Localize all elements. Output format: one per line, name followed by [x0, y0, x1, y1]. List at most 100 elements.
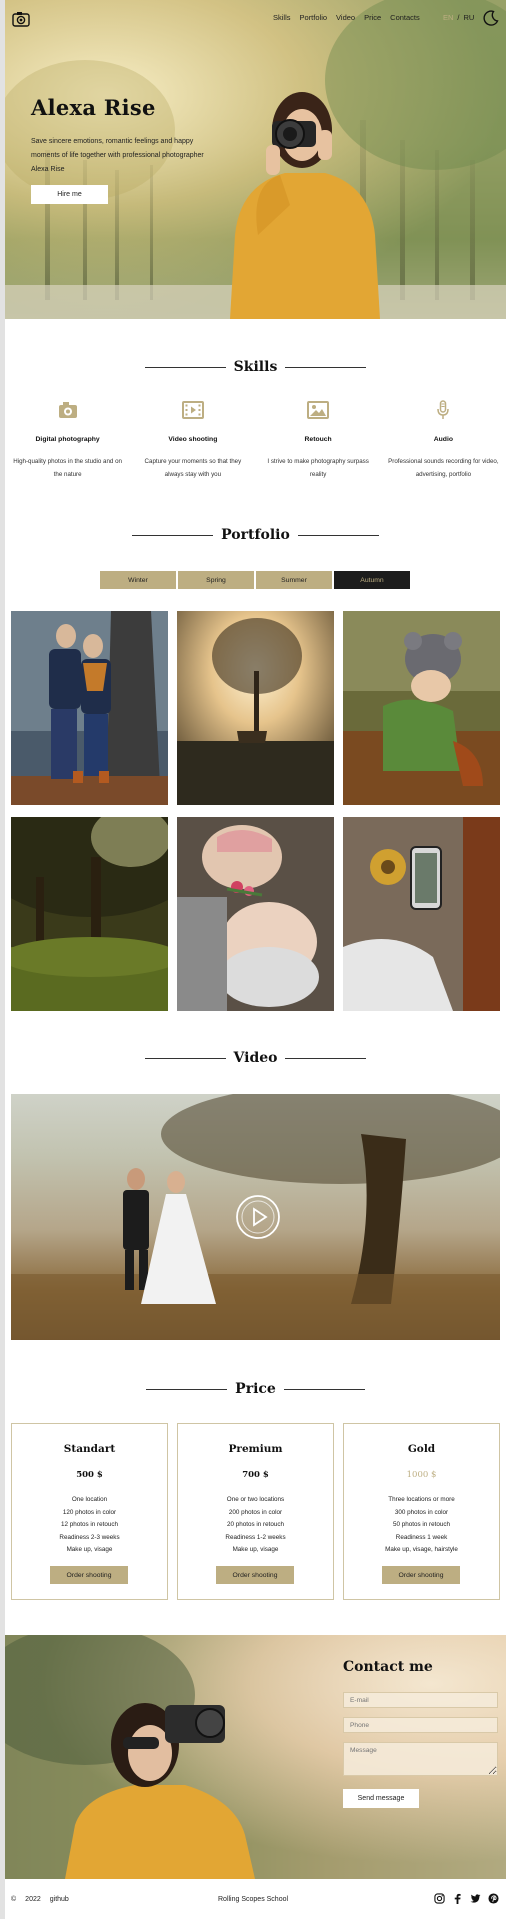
- tab-summer[interactable]: Summer: [256, 571, 332, 589]
- heading-line: [144, 1057, 226, 1059]
- pinterest-icon[interactable]: [488, 1893, 499, 1904]
- plan-features: One or two locations 200 photos in color…: [178, 1494, 333, 1557]
- tab-winter[interactable]: Winter: [100, 571, 176, 589]
- email-input[interactable]: [343, 1692, 498, 1708]
- moon-icon[interactable]: [483, 10, 499, 26]
- video-heading: Video: [5, 1050, 506, 1066]
- heading-line: [146, 1388, 228, 1390]
- portfolio-photo-sunset-horse[interactable]: [177, 611, 334, 805]
- heading-line: [132, 534, 214, 536]
- video-title: Video: [233, 1050, 278, 1066]
- price-card-premium: Premium 700 $ One or two locations 200 p…: [177, 1423, 334, 1600]
- lang-en[interactable]: EN: [443, 13, 453, 22]
- plan-feature: One or two locations: [226, 1496, 285, 1503]
- portfolio-photo-phone-flower[interactable]: [343, 817, 500, 1011]
- season-tabs: Winter Spring Summer Autumn: [100, 571, 410, 589]
- plan-feature: Readiness 1 week: [395, 1533, 448, 1541]
- hero-description: Save sincere emotions, romantic feelings…: [31, 138, 204, 173]
- skill-text: Capture your moments so that they always…: [144, 458, 242, 478]
- order-shooting-button[interactable]: Order shooting: [50, 1566, 128, 1584]
- plan-features: Three locations or more 300 photos in co…: [344, 1494, 499, 1557]
- school-link[interactable]: Rolling Scopes School: [218, 1896, 288, 1903]
- portfolio-photo-baby-autumn[interactable]: [343, 611, 500, 805]
- price-card-standart: Standart 500 $ One location 120 photos i…: [11, 1423, 168, 1600]
- plan-name: Premium: [228, 1443, 283, 1455]
- hire-me-button[interactable]: Hire me: [31, 185, 108, 204]
- nav-video[interactable]: Video: [336, 13, 355, 22]
- message-input[interactable]: [343, 1742, 498, 1776]
- skill-text: High-quality photos in the studio and on…: [13, 458, 122, 478]
- portfolio-title: Portfolio: [221, 527, 290, 543]
- skill-text: Professional sounds recording for video,…: [388, 458, 499, 478]
- contact-section: Contact me Send message: [5, 1635, 506, 1879]
- plan-feature: One location: [71, 1496, 108, 1503]
- portfolio-photo-couple-kissing[interactable]: [11, 611, 168, 805]
- skill-item: Digital photography High-quality photos …: [5, 400, 130, 490]
- microphone-icon: [437, 400, 450, 419]
- github-link[interactable]: github: [50, 1896, 69, 1903]
- send-message-button[interactable]: Send message: [343, 1789, 419, 1808]
- plan-feature: 200 photos in color: [228, 1508, 283, 1516]
- plan-feature: Make up, visage: [66, 1546, 113, 1553]
- social-links: [434, 1893, 499, 1904]
- heading-line: [285, 366, 367, 368]
- plan-feature: Three locations or more: [388, 1496, 455, 1503]
- nav-skills[interactable]: Skills: [273, 13, 291, 22]
- plan-name: Standart: [63, 1443, 116, 1455]
- tab-autumn[interactable]: Autumn: [334, 571, 410, 589]
- skills-heading: Skills: [5, 359, 506, 375]
- camera-icon: [58, 402, 77, 418]
- heading-line: [283, 1388, 365, 1390]
- portfolio-photo-elderly-couple[interactable]: [177, 817, 334, 1011]
- price-plans: Standart 500 $ One location 120 photos i…: [11, 1423, 500, 1600]
- plan-feature: 20 photos in retouch: [226, 1521, 285, 1528]
- skill-item: Video shooting Capture your moments so t…: [130, 400, 255, 490]
- skill-title: Video shooting: [168, 436, 218, 443]
- skills-list: Digital photography High-quality photos …: [5, 400, 506, 490]
- price-card-gold: Gold 1000 $ Three locations or more 300 …: [343, 1423, 500, 1600]
- video-icon: [181, 401, 204, 419]
- order-shooting-button[interactable]: Order shooting: [382, 1566, 460, 1584]
- footer-left: © 2022 github: [11, 1896, 69, 1903]
- skill-title: Digital photography: [35, 436, 100, 443]
- tab-spring[interactable]: Spring: [178, 571, 254, 589]
- twitter-icon[interactable]: [470, 1893, 481, 1904]
- plan-feature: Make up, visage, hairstyle: [385, 1546, 458, 1553]
- logo-icon[interactable]: [12, 10, 30, 28]
- skill-title: Retouch: [304, 436, 332, 443]
- language-switch: EN / RU: [443, 13, 474, 22]
- footer: © 2022 github Rolling Scopes School: [5, 1879, 506, 1919]
- video-player[interactable]: [11, 1094, 500, 1340]
- plan-feature: 120 photos in color: [62, 1508, 117, 1516]
- plan-name: Gold: [407, 1443, 436, 1455]
- play-icon[interactable]: [235, 1194, 281, 1240]
- nav-price[interactable]: Price: [364, 13, 381, 22]
- lang-ru[interactable]: RU: [464, 13, 475, 22]
- plan-feature: 300 photos in color: [394, 1508, 449, 1516]
- plan-amount: 500 $: [76, 1470, 103, 1480]
- skill-title: Audio: [433, 436, 453, 443]
- plan-feature: Readiness 2-3 weeks: [59, 1533, 120, 1541]
- plan-amount: 700 $: [242, 1470, 269, 1480]
- portfolio-gallery: [11, 611, 500, 1011]
- heading-line: [285, 1057, 367, 1059]
- copyright-sign: ©: [11, 1896, 17, 1903]
- heading-line: [297, 534, 379, 536]
- nav-portfolio[interactable]: Portfolio: [300, 13, 328, 22]
- facebook-icon[interactable]: [452, 1893, 463, 1904]
- plan-feature: 12 photos in retouch: [60, 1521, 119, 1528]
- photographer-woman-image: [230, 92, 380, 319]
- plan-amount: 1000 $: [406, 1470, 437, 1480]
- heading-line: [144, 366, 226, 368]
- phone-input[interactable]: [343, 1717, 498, 1733]
- order-shooting-button[interactable]: Order shooting: [216, 1566, 294, 1584]
- instagram-icon[interactable]: [434, 1893, 445, 1904]
- skills-title: Skills: [233, 359, 278, 375]
- footer-year: 2022: [25, 1896, 41, 1903]
- plan-feature: Readiness 1-2 weeks: [225, 1533, 286, 1541]
- nav-contacts[interactable]: Contacts: [390, 13, 420, 22]
- image-icon: [307, 401, 330, 419]
- portfolio-photo-mossy-forest[interactable]: [11, 817, 168, 1011]
- lang-separator: /: [457, 13, 460, 22]
- plan-features: One location 120 photos in color 12 phot…: [12, 1494, 167, 1557]
